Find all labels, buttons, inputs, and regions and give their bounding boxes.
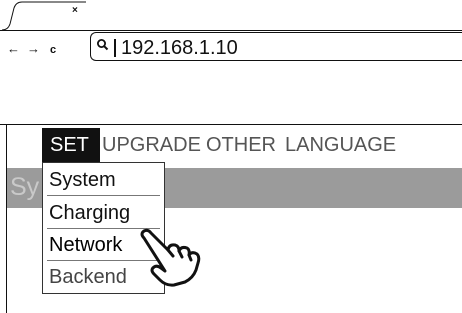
reload-icon[interactable]: c [50,43,56,57]
dropdown-item-backend[interactable]: Backend [49,265,127,289]
close-icon[interactable]: × [72,6,78,16]
menu-upgrade[interactable]: UPGRADE [102,133,201,157]
menu-other[interactable]: OTHER [206,133,276,157]
menu-language[interactable]: LANGUAGE [285,133,396,157]
section-banner-title: Sy [10,173,40,201]
forward-arrow-icon[interactable]: → [27,42,40,56]
address-text[interactable]: 192.168.1.10 [121,36,238,60]
menu-set[interactable]: SET [42,128,100,162]
tab-strip-divider [0,30,462,31]
menu-set-label: SET [50,134,89,156]
search-icon [97,39,109,51]
dropdown-item-system[interactable]: System [49,168,116,192]
page-top-border [0,124,462,125]
dropdown-item-charging[interactable]: Charging [49,201,130,225]
dropdown-item-network[interactable]: Network [49,233,122,257]
page-left-border [6,125,7,313]
pointing-hand-icon [140,228,201,287]
dropdown-divider [47,195,160,196]
text-cursor [114,39,116,57]
back-arrow-icon[interactable]: ← [7,42,20,56]
